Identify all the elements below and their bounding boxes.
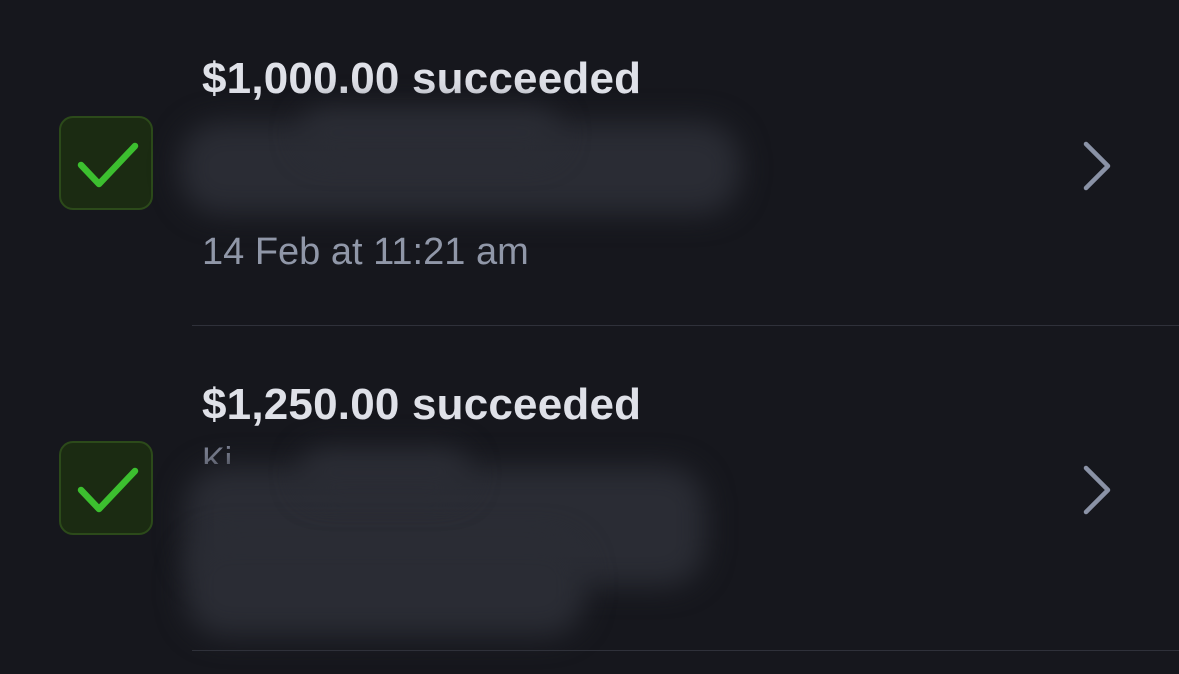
redacted-details	[300, 108, 560, 158]
transaction-amount-status: $1,250.00 succeeded	[202, 380, 642, 429]
transaction-timestamp: 14 Feb at 11:21 am	[202, 231, 529, 273]
redacted-details	[300, 448, 470, 498]
success-status-badge	[59, 116, 153, 210]
row-divider	[192, 650, 1179, 651]
success-status-badge	[59, 441, 153, 535]
chevron-right-icon[interactable]	[1078, 138, 1118, 194]
checkmark-icon	[77, 142, 139, 188]
transaction-row[interactable]: $1,000.00 succeeded 14 Feb at 11:21 am	[0, 0, 1179, 326]
checkmark-icon	[77, 467, 139, 513]
chevron-right-icon[interactable]	[1078, 462, 1118, 518]
redacted-details	[185, 536, 585, 636]
transaction-amount-status: $1,000.00 succeeded	[202, 54, 642, 103]
transaction-row[interactable]: $1,250.00 succeeded Ki	[0, 326, 1179, 651]
partial-description: Ki	[202, 442, 233, 464]
transaction-list: $1,000.00 succeeded 14 Feb at 11:21 am $…	[0, 0, 1179, 674]
